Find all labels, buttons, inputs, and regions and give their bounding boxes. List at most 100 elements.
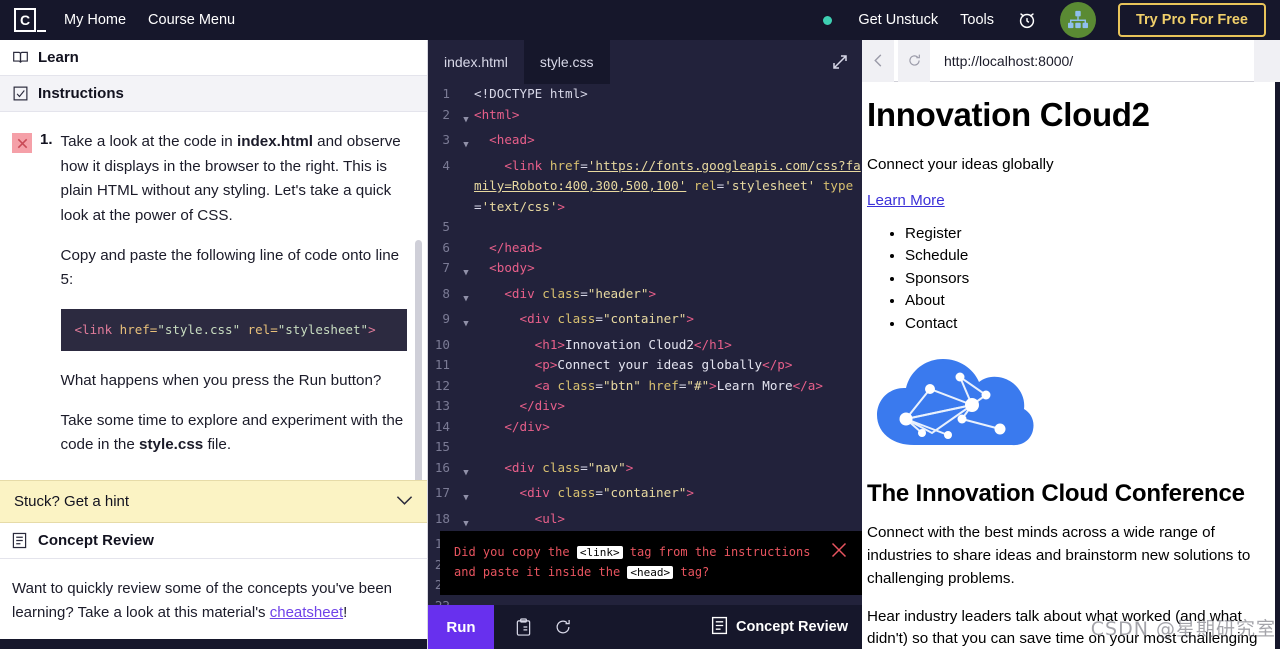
code-line[interactable]: 16 ▼ <div class="nav">: [428, 458, 862, 484]
reload-button[interactable]: [898, 39, 930, 82]
nav-course-menu[interactable]: Course Menu: [148, 12, 235, 28]
close-icon[interactable]: [830, 541, 848, 563]
editor-concept-review-button[interactable]: Concept Review: [711, 605, 862, 649]
back-button[interactable]: [862, 39, 894, 82]
code-text[interactable]: </head>: [474, 238, 862, 259]
line-number: 5: [442, 219, 450, 234]
fold-arrow-icon[interactable]: [458, 355, 474, 360]
nav-tools[interactable]: Tools: [960, 12, 994, 28]
code-text[interactable]: <div class="container">: [474, 309, 862, 330]
code-text[interactable]: <h1>Innovation Cloud2</h1>: [474, 335, 862, 356]
code-text[interactable]: </div>: [474, 417, 862, 438]
snippet-code-block[interactable]: <link href="style.css" rel="stylesheet">: [60, 308, 407, 351]
fold-arrow-icon[interactable]: [458, 217, 474, 222]
line-number: 4: [442, 157, 450, 173]
nav-my-home[interactable]: My Home: [64, 12, 126, 28]
code-text[interactable]: <div class="container">: [474, 483, 862, 504]
line-number: 16: [434, 459, 450, 475]
fold-arrow-icon[interactable]: ▼: [458, 458, 474, 484]
reset-refresh-icon[interactable]: [552, 605, 574, 649]
expand-editor-icon[interactable]: [830, 52, 850, 72]
code-editor-panel: index.html style.css 1 <!DOCTYPE html> 2 ▼ <…: [428, 40, 862, 649]
code-line[interactable]: 17 ▼ <div class="container">: [428, 483, 862, 509]
instructions-scrollbar[interactable]: [415, 240, 422, 480]
code-text[interactable]: [474, 596, 862, 606]
code-text[interactable]: <link href='https://fonts.googleapis.com…: [474, 156, 862, 218]
fold-arrow-icon[interactable]: ▼: [458, 130, 474, 156]
code-text[interactable]: <!DOCTYPE html>: [474, 84, 862, 105]
fold-arrow-icon[interactable]: [458, 417, 474, 422]
clipboard-icon[interactable]: [512, 605, 534, 649]
code-line[interactable]: 8 ▼ <div class="header">: [428, 284, 862, 310]
fold-arrow-icon[interactable]: [458, 396, 474, 401]
code-lines-container[interactable]: 1 <!DOCTYPE html> 2 ▼ <html> 3 ▼ <head> 4 <link…: [428, 84, 862, 605]
code-line[interactable]: 15: [428, 437, 862, 458]
code-line[interactable]: 3 ▼ <head>: [428, 130, 862, 156]
code-line[interactable]: 4 <link href='https://fonts.googleapis.c…: [428, 156, 862, 218]
codecademy-logo[interactable]: C: [14, 7, 48, 33]
fold-arrow-icon[interactable]: [458, 238, 474, 243]
code-line[interactable]: 1 <!DOCTYPE html>: [428, 84, 862, 105]
code-line[interactable]: 5: [428, 217, 862, 238]
sidebar-item-instructions[interactable]: Instructions: [0, 76, 427, 112]
instructions-body: 1. Take a look at the code in index.html…: [0, 112, 427, 480]
code-text[interactable]: [474, 437, 862, 458]
get-a-hint-bar[interactable]: Stuck? Get a hint: [0, 480, 427, 523]
fold-arrow-icon[interactable]: ▼: [458, 105, 474, 131]
try-pro-for-free-button[interactable]: Try Pro For Free: [1117, 3, 1266, 37]
alarm-clock-icon[interactable]: [1016, 9, 1038, 31]
browser-scrollbar[interactable]: [1275, 82, 1280, 649]
fold-arrow-icon[interactable]: [458, 596, 474, 601]
code-text[interactable]: <body>: [474, 258, 862, 279]
code-text[interactable]: </div>: [474, 396, 862, 417]
code-line[interactable]: 13 </div>: [428, 396, 862, 417]
sidebar-item-concept-review[interactable]: Concept Review: [0, 523, 427, 559]
page-nav-item: Contact: [905, 313, 1280, 336]
fold-arrow-icon[interactable]: ▼: [458, 509, 474, 535]
chevron-down-icon[interactable]: [396, 493, 413, 510]
run-button[interactable]: Run: [428, 605, 494, 649]
code-line[interactable]: 14 </div>: [428, 417, 862, 438]
code-text[interactable]: <a class="btn" href="#">Learn More</a>: [474, 376, 862, 397]
sidebar-item-learn[interactable]: Learn: [0, 40, 427, 76]
err-part-3: tag?: [673, 565, 710, 580]
code-line[interactable]: 9 ▼ <div class="container">: [428, 309, 862, 335]
fold-arrow-icon[interactable]: [458, 376, 474, 381]
fold-arrow-icon[interactable]: ▼: [458, 483, 474, 509]
tab-style-css[interactable]: style.css: [523, 40, 610, 84]
user-avatar[interactable]: [1059, 2, 1096, 38]
code-line[interactable]: 11 <p>Connect your ideas globally</p>: [428, 355, 862, 376]
code-text[interactable]: [474, 217, 862, 238]
cheatsheet-link[interactable]: cheatsheet: [270, 604, 343, 621]
fold-arrow-icon[interactable]: [458, 335, 474, 340]
fold-arrow-icon[interactable]: ▼: [458, 258, 474, 284]
code-text[interactable]: <div class="nav">: [474, 458, 862, 479]
line-number: 14: [434, 418, 450, 434]
code-line[interactable]: 10 <h1>Innovation Cloud2</h1>: [428, 335, 862, 356]
code-line[interactable]: 2 ▼ <html>: [428, 105, 862, 131]
code-text[interactable]: <p>Connect your ideas globally</p>: [474, 355, 862, 376]
page-nav-item: Sponsors: [905, 268, 1280, 291]
cloud-logo-image: [872, 347, 1280, 462]
learn-more-link[interactable]: Learn More: [867, 192, 945, 209]
code-line[interactable]: 7 ▼ <body>: [428, 258, 862, 284]
fold-arrow-icon[interactable]: [458, 156, 474, 161]
instruction-paragraph-4: Take some time to explore and experiment…: [61, 409, 407, 458]
hint-label: Stuck? Get a hint: [14, 493, 130, 510]
code-text[interactable]: <ul>: [474, 509, 862, 530]
fold-arrow-icon[interactable]: ▼: [458, 309, 474, 335]
tab-index-html[interactable]: index.html: [428, 40, 524, 84]
code-line[interactable]: 12 <a class="btn" href="#">Learn More</a…: [428, 376, 862, 397]
fold-arrow-icon[interactable]: [458, 437, 474, 442]
code-text[interactable]: <div class="header">: [474, 284, 862, 305]
code-line[interactable]: 22: [428, 596, 862, 606]
nav-get-unstuck[interactable]: Get Unstuck: [858, 12, 938, 28]
code-line[interactable]: 6 </head>: [428, 238, 862, 259]
url-display[interactable]: http://localhost:8000/: [934, 53, 1250, 69]
code-line[interactable]: 18 ▼ <ul>: [428, 509, 862, 535]
fold-arrow-icon[interactable]: [458, 84, 474, 89]
code-text[interactable]: <head>: [474, 130, 862, 151]
fold-arrow-icon[interactable]: ▼: [458, 284, 474, 310]
browser-collapse-icon[interactable]: [1254, 39, 1280, 82]
code-text[interactable]: <html>: [474, 105, 862, 126]
